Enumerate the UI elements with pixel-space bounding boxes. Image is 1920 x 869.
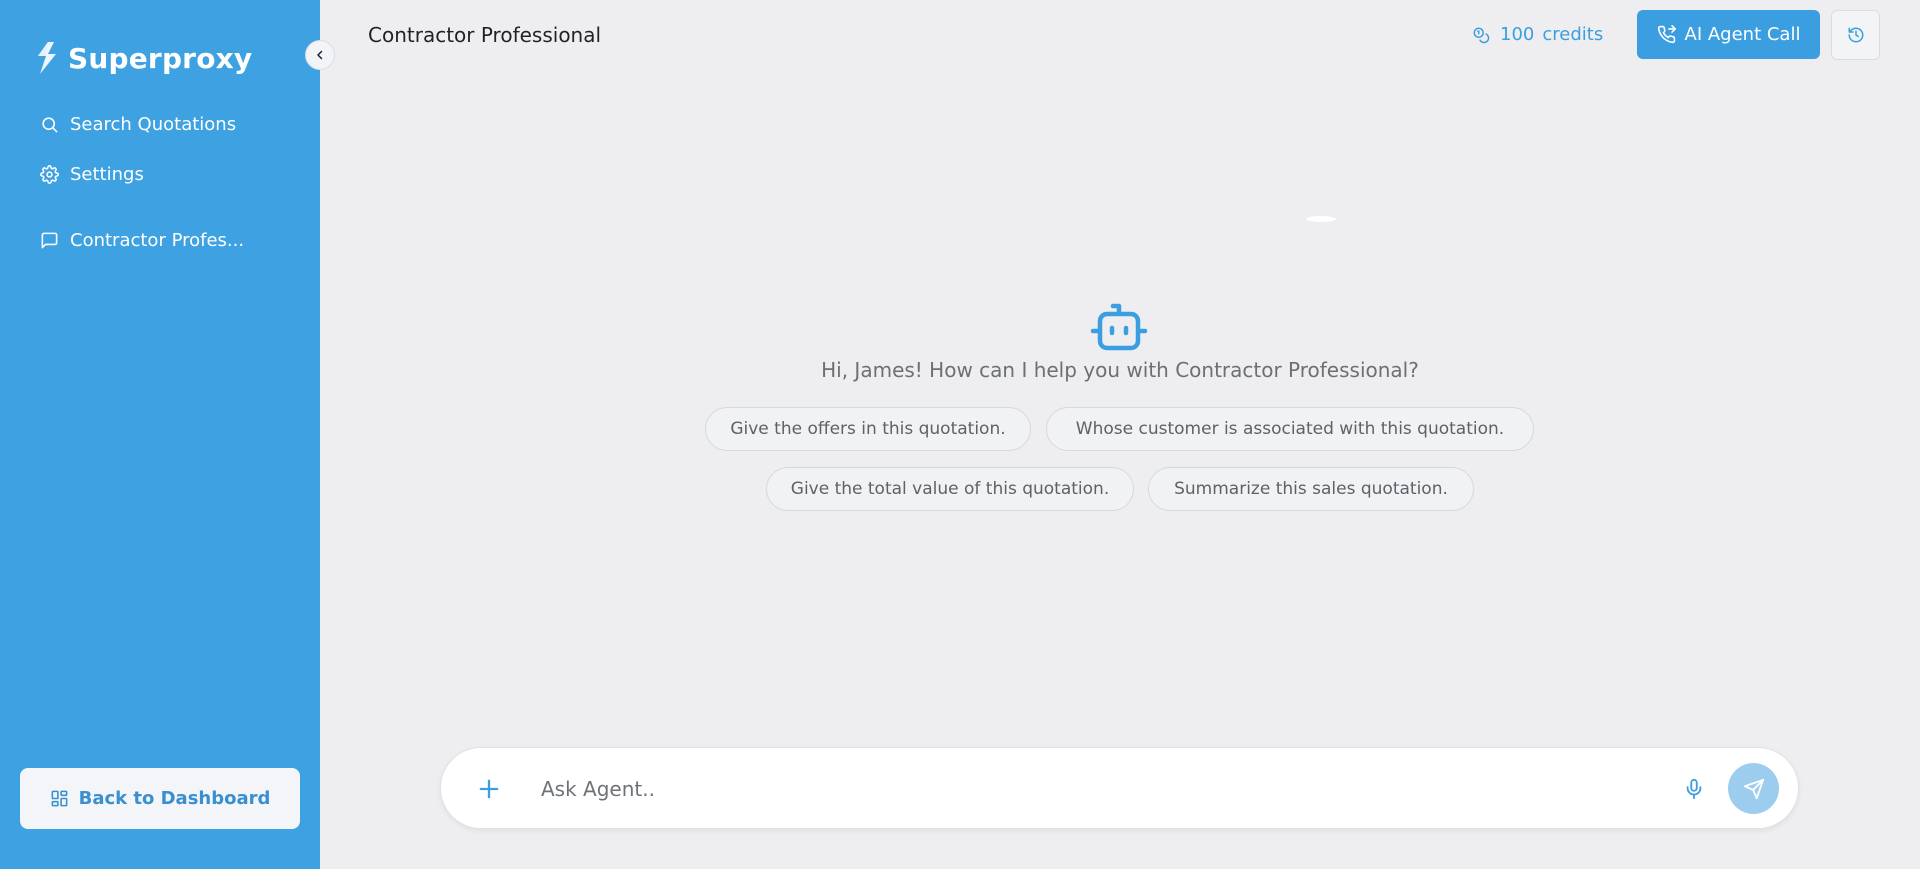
gear-icon: [40, 165, 59, 184]
sidebar-item-search-quotations[interactable]: Search Quotations: [40, 114, 236, 135]
brand[interactable]: Superproxy: [34, 40, 252, 76]
send-icon: [1743, 778, 1764, 799]
plus-icon[interactable]: [475, 775, 503, 803]
chat-composer: [440, 747, 1799, 829]
superproxy-logo-icon: [38, 42, 56, 74]
sidebar-item-settings[interactable]: Settings: [40, 164, 144, 185]
collapse-sidebar-button[interactable]: [305, 40, 335, 70]
dashboard-grid-icon: [51, 790, 68, 807]
sidebar-chat-label: Contractor Profes...: [70, 230, 245, 251]
suggestion-chip[interactable]: Summarize this sales quotation.: [1148, 467, 1474, 511]
chevron-left-icon: [317, 50, 323, 60]
sidebar-item-label: Search Quotations: [70, 114, 237, 135]
ask-agent-input[interactable]: [541, 768, 1641, 810]
sidebar-chat-contractor-professional[interactable]: Contractor Profes...: [40, 230, 244, 251]
brand-name: Superproxy: [68, 41, 253, 75]
search-icon: [42, 117, 58, 133]
send-button[interactable]: [1728, 763, 1779, 814]
greeting-text: Hi, James! How can I help you with Contr…: [821, 358, 1419, 382]
chat-bubble-icon: [41, 232, 58, 249]
back-to-dashboard-label: Back to Dashboard: [78, 788, 271, 809]
suggestion-chip[interactable]: Give the offers in this quotation.: [705, 407, 1031, 451]
back-to-dashboard-button[interactable]: Back to Dashboard: [20, 768, 300, 829]
sidebar: Superproxy Search Quotations Settings Co…: [0, 0, 320, 869]
suggestion-chip[interactable]: Whose customer is associated with this q…: [1046, 407, 1534, 451]
suggestion-chip[interactable]: Give the total value of this quotation.: [766, 467, 1134, 511]
sidebar-item-label: Settings: [70, 164, 144, 185]
microphone-icon[interactable]: [1683, 778, 1705, 800]
